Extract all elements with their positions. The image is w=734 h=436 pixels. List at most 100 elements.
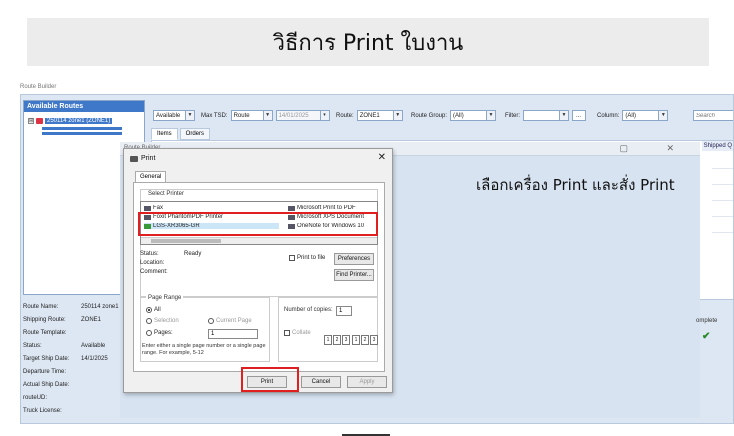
status-label: Status: xyxy=(140,251,159,257)
calendar-dropdown-icon: ▾ xyxy=(319,111,329,120)
detail-row: Truck License: xyxy=(23,407,62,414)
page-range-label: Page Range xyxy=(146,295,184,301)
range-pages-option[interactable]: Pages: xyxy=(146,330,173,336)
collate-checkbox[interactable] xyxy=(284,330,290,336)
collate-pages-icon: 123 xyxy=(324,335,350,345)
date-field[interactable]: 14/01/2025 ▾ xyxy=(275,110,330,121)
comment-label: Comment: xyxy=(140,269,168,275)
column-group: Column: (All) ▼ xyxy=(597,110,669,121)
complete-column-header: omplete xyxy=(696,318,718,324)
printer-list-scrollbar[interactable] xyxy=(141,237,377,244)
range-current-page-radio[interactable] xyxy=(208,318,214,324)
detail-row: Shipping Route: ZONE1 xyxy=(23,316,102,323)
detail-row: Target Ship Date: 14/1/2025 xyxy=(23,355,108,362)
route-group-filter: Route Group: (All) ▼ xyxy=(411,110,497,121)
tabs: Items Orders xyxy=(151,128,211,140)
close-icon[interactable]: ✕ xyxy=(378,152,386,163)
detail-row: Route Name: 250114 zone1 xyxy=(23,303,119,310)
detail-row: Departure Time: xyxy=(23,368,67,375)
range-all-option[interactable]: All xyxy=(146,307,161,313)
route-icon xyxy=(36,118,43,124)
route-details: Route Name: 250114 zone1 Shipping Route: Z… xyxy=(23,300,123,417)
range-all-radio[interactable] xyxy=(146,307,152,313)
table-row[interactable] xyxy=(712,153,733,169)
expand-icon[interactable]: ⊞ xyxy=(28,118,34,124)
select-printer-label: Select Printer xyxy=(146,191,187,197)
chevron-down-icon: ▼ xyxy=(486,111,496,120)
table-row[interactable] xyxy=(712,217,733,233)
range-current-page-option[interactable]: Current Page xyxy=(208,318,252,324)
filter-group: Filter: ▼ ... xyxy=(505,110,586,121)
preferences-button[interactable]: Preferences xyxy=(334,253,374,265)
route-label: Route: xyxy=(336,112,354,119)
printer-highlight-box xyxy=(138,212,378,236)
instruction-annotation: เลือกเครื่อง Print และสั่ง Print xyxy=(476,176,675,194)
route-subitem-bar[interactable] xyxy=(42,127,122,130)
printer-status-block: Status: Ready Location: Comment: xyxy=(140,251,201,278)
route-tree-item[interactable]: ⊞ 250114 zone1 (ZONE1) xyxy=(28,118,113,124)
find-printer-button[interactable]: Find Printer... xyxy=(334,269,374,281)
max-tsd-combo[interactable]: Route ▼ xyxy=(230,110,273,121)
route-item-label: 250114 zone1 (ZONE1) xyxy=(45,118,113,124)
toolbar: Available ▼ Max TSD: Route ▼ 14/01/2025 ▾ R… xyxy=(151,107,733,127)
tab-general[interactable]: General xyxy=(135,171,167,182)
route-group-label: Route Group: xyxy=(411,112,448,119)
print-button-highlight-box xyxy=(241,367,299,392)
cancel-button[interactable]: Cancel xyxy=(301,376,341,388)
print-to-file-option[interactable]: Print to file xyxy=(289,255,325,261)
apply-button[interactable]: Apply xyxy=(347,376,387,388)
detail-row: routeUD: xyxy=(23,394,48,401)
pages-input[interactable]: 1 xyxy=(208,329,258,339)
status-value: Ready xyxy=(184,251,202,257)
printer-icon xyxy=(130,155,138,162)
printer-icon xyxy=(144,205,151,211)
filter-ellipsis-button[interactable]: ... xyxy=(572,110,586,121)
table-row[interactable] xyxy=(712,185,733,201)
tab-orders[interactable]: Orders xyxy=(179,128,211,140)
table-row[interactable] xyxy=(712,201,733,217)
range-selection-option[interactable]: Selection xyxy=(146,318,179,324)
range-selection-radio[interactable] xyxy=(146,318,152,324)
app-window-label: Route Builder xyxy=(20,84,57,90)
route-group-combo[interactable]: (All) ▼ xyxy=(450,110,497,121)
detail-row: Route Template: xyxy=(23,329,67,336)
filter-combo[interactable]: ▼ xyxy=(523,110,569,121)
detail-row: Status: Available xyxy=(23,342,106,349)
detail-row: Actual Ship Date: xyxy=(23,381,70,388)
chevron-down-icon: ▼ xyxy=(262,111,272,120)
table-row[interactable] xyxy=(712,169,733,185)
collate-option[interactable]: Collate xyxy=(284,330,311,336)
location-label: Location: xyxy=(140,260,165,266)
scrollbar-thumb[interactable] xyxy=(151,239,221,243)
available-routes-header: Available Routes xyxy=(24,101,144,112)
search-input[interactable] xyxy=(693,110,733,121)
chevron-down-icon: ▼ xyxy=(658,111,668,120)
filter-label: Filter: xyxy=(505,112,520,119)
dialog-title: Print xyxy=(141,155,156,162)
range-pages-radio[interactable] xyxy=(146,330,152,336)
window-controls[interactable]: ▢ ✕ xyxy=(619,143,692,154)
route-subitem-bar[interactable] xyxy=(42,132,122,135)
printer-item[interactable]: Fax xyxy=(144,205,264,211)
route-group: Route: ZONE1 ▼ xyxy=(336,110,403,121)
check-icon: ✔ xyxy=(702,331,711,342)
printer-item[interactable]: Microsoft Print to PDF xyxy=(288,205,376,211)
column-combo[interactable]: (All) ▼ xyxy=(622,110,669,121)
route-combo[interactable]: ZONE1 ▼ xyxy=(356,110,403,121)
dialog-titlebar: Print xyxy=(130,155,155,162)
status-combo[interactable]: Available ▼ xyxy=(153,110,195,121)
copies-input[interactable]: 1 xyxy=(336,306,352,316)
printer-icon xyxy=(288,205,295,211)
search-group: ↻ xyxy=(693,110,733,121)
max-tsd-label: Max TSD: xyxy=(201,112,228,119)
page-range-hint: Enter either a single page number or a s… xyxy=(142,343,266,356)
chevron-down-icon: ▼ xyxy=(392,111,402,120)
status-filter[interactable]: Available ▼ xyxy=(153,110,195,121)
shipped-qty-header[interactable]: Shipped Q xyxy=(701,141,733,151)
chevron-down-icon: ▼ xyxy=(559,111,568,120)
collate-pages-icon: 123 xyxy=(352,335,378,345)
copies-label: Number of copies: xyxy=(284,307,333,313)
tab-items[interactable]: Items xyxy=(151,128,178,140)
print-to-file-checkbox[interactable] xyxy=(289,255,295,261)
max-tsd-group: Max TSD: Route ▼ 14/01/2025 ▾ xyxy=(201,110,330,121)
